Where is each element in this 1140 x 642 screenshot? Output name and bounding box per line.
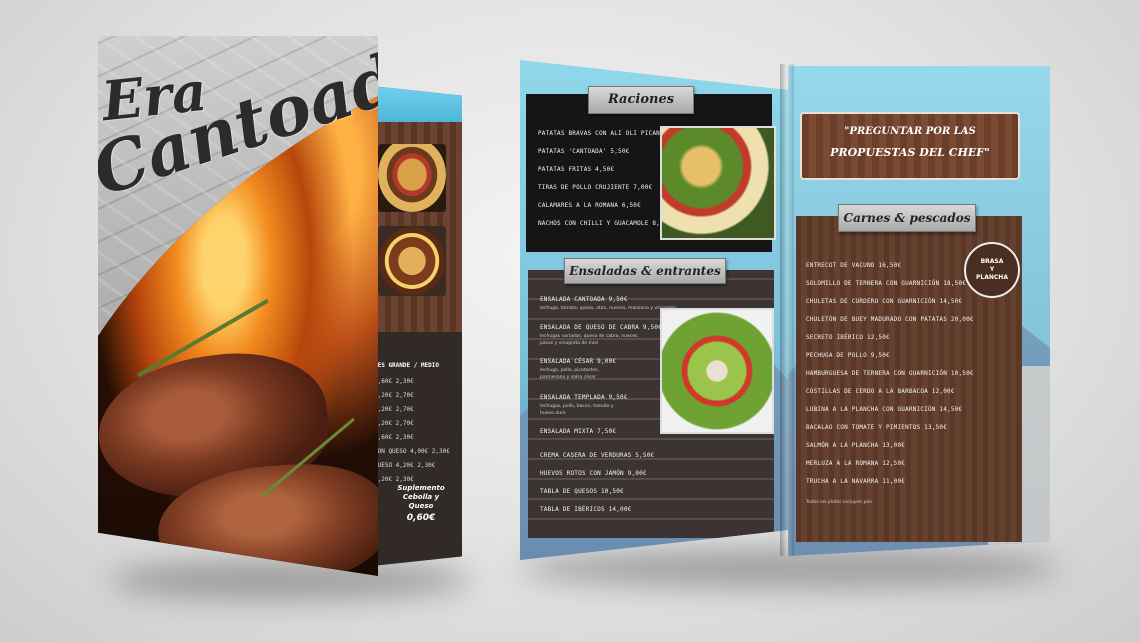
entrante-item: TABLA DE IBÉRICOS 14,00€ (540, 506, 632, 513)
supplement-box: Suplemento Cebolla y Queso 0,60€ (392, 484, 450, 523)
ensaladas-label: Ensaladas & entrantes (564, 258, 726, 284)
supplement-title: Suplemento (397, 484, 445, 492)
badge-top: BRASA (980, 258, 1004, 265)
ensalada-item: ENSALADA TEMPLADA 9,50€ (540, 394, 628, 401)
ensalada-desc: parmesano y salsa césar (540, 375, 596, 380)
badge-bottom: PLANCHA (976, 274, 1008, 281)
entrante-item: HUEVOS ROTOS CON JAMÓN 9,00€ (540, 470, 647, 477)
carnes-label: Carnes & pescados (838, 204, 976, 232)
ensalada-item: ENSALADA MIXTA 7,50€ (540, 428, 617, 435)
menu-inner-right-page: "PREGUNTAR POR LAS PROPUESTAS DEL CHEF" … (788, 66, 1050, 556)
raciones-item: PATATAS FRITAS 4,50€ (538, 166, 615, 173)
brochure-spine (780, 64, 794, 556)
price-row: 4,20€ 2,70€ (374, 406, 414, 413)
chef-line1: "PREGUNTAR POR LAS (844, 126, 976, 137)
ensalada-desc: lechuga, pollo, picatostes, (540, 368, 599, 373)
price-row: 4,20€ 2,70€ (374, 420, 414, 427)
carnes-item: CHULETÓN DE BUEY MADURADO CON PATATAS 20… (806, 316, 974, 323)
ensalada-desc: lechugas variadas, queso de cabra, nuece… (540, 334, 639, 339)
chef-line2: PROPUESTAS DEL CHEF" (830, 146, 990, 159)
ensalada-desc: lechugas, pollo, bacon, tomate y (540, 404, 614, 409)
carnes-item: COSTILLAS DE CERDO A LA BARBACOA 12,00€ (806, 388, 955, 395)
ensalada-desc: pasas y vinagreta de miel (540, 341, 599, 346)
carnes-item: LUBINA A LA PLANCHA CON GUARNICIÓN 14,50… (806, 406, 963, 413)
brasa-plancha-badge: BRASA Y PLANCHA (964, 242, 1020, 298)
entrante-item: TABLA DE QUESOS 10,50€ (540, 488, 624, 495)
carnes-item: SOLOMILLO DE TERNERA CON GUARNICIÓN 18,5… (806, 280, 967, 287)
price-row: QUESO 4,20€ 2,30€ (374, 462, 436, 469)
ensalada-desc: huevo duro (540, 411, 566, 416)
chef-sign: "PREGUNTAR POR LAS PROPUESTAS DEL CHEF" (800, 112, 1020, 180)
raciones-label: Raciones (588, 86, 694, 114)
carnes-item: CHULETAS DE CORDERO CON GUARNICIÓN 14,50… (806, 298, 963, 305)
price-row: CON QUESO 4,00€ 2,30€ (374, 448, 450, 455)
carnes-item: BACALAO CON TOMATE Y PIMIENTOS 13,50€ (806, 424, 948, 431)
carnes-footnote: Todos los platos incluyen pan (806, 500, 872, 505)
price-row: 3,60€ 2,30€ (374, 434, 414, 441)
burger-photo (378, 226, 446, 296)
menu-inner-left-page: Raciones PATATAS BRAVAS CON ALI OLI PICA… (520, 60, 788, 560)
carnes-item: PECHUGA DE POLLO 9,50€ (806, 352, 890, 359)
raciones-item: TIRAS DE POLLO CRUJIENTE 7,00€ (538, 184, 653, 191)
ensalada-item: ENSALADA CANTOADA 9,50€ (540, 296, 628, 303)
raciones-item: PATATAS 'CANTOADA' 5,50€ (538, 148, 630, 155)
ensalada-item: ENSALADA CÉSAR 9,00€ (540, 358, 617, 365)
entrante-item: CREMA CASERA DE VERDURAS 5,50€ (540, 452, 655, 459)
ensalada-item: ENSALADA DE QUESO DE CABRA 9,50€ (540, 324, 662, 331)
sky-strip (372, 86, 462, 122)
price-row: 3,60€ 2,30€ (374, 378, 414, 385)
carnes-item: SECRETO IBÉRICO 12,50€ (806, 334, 890, 341)
menu-back-panel: TES GRANDE / MEDIO 3,60€ 2,30€ 4,20€ 2,7… (372, 86, 462, 566)
price-row: 4,20€ 2,70€ (374, 392, 414, 399)
supplement-text: Cebolla y Queso (402, 493, 440, 510)
carnes-item: MERLUZA A LA ROMANA 12,50€ (806, 460, 906, 467)
raciones-item: NACHOS CON CHILLI Y GUACAMOLE 8,50€ (538, 220, 672, 227)
supplement-price: 0,60€ (406, 513, 436, 523)
burger-photo (378, 144, 446, 212)
carnes-item: ENTRECOT DE VACUNO 16,50€ (806, 262, 902, 269)
raciones-photo (660, 126, 776, 240)
raciones-item: CALAMARES A LA ROMANA 6,50€ (538, 202, 641, 209)
carnes-item: HAMBURGUESA DE TERNERA CON GUARNICIÓN 10… (806, 370, 974, 377)
menu-cover: Era Cantoada (98, 36, 378, 576)
ensalada-desc: lechuga, tomate, queso, atún, nueces, ma… (540, 306, 676, 311)
ensaladas-photo (660, 308, 774, 434)
carnes-item: TRUCHA A LA NAVARRA 11,00€ (806, 478, 906, 485)
carnes-item: SALMÓN A LA PLANCHA 13,00€ (806, 442, 906, 449)
badge-mid: Y (989, 266, 995, 273)
price-header: TES GRANDE / MEDIO (374, 362, 440, 369)
